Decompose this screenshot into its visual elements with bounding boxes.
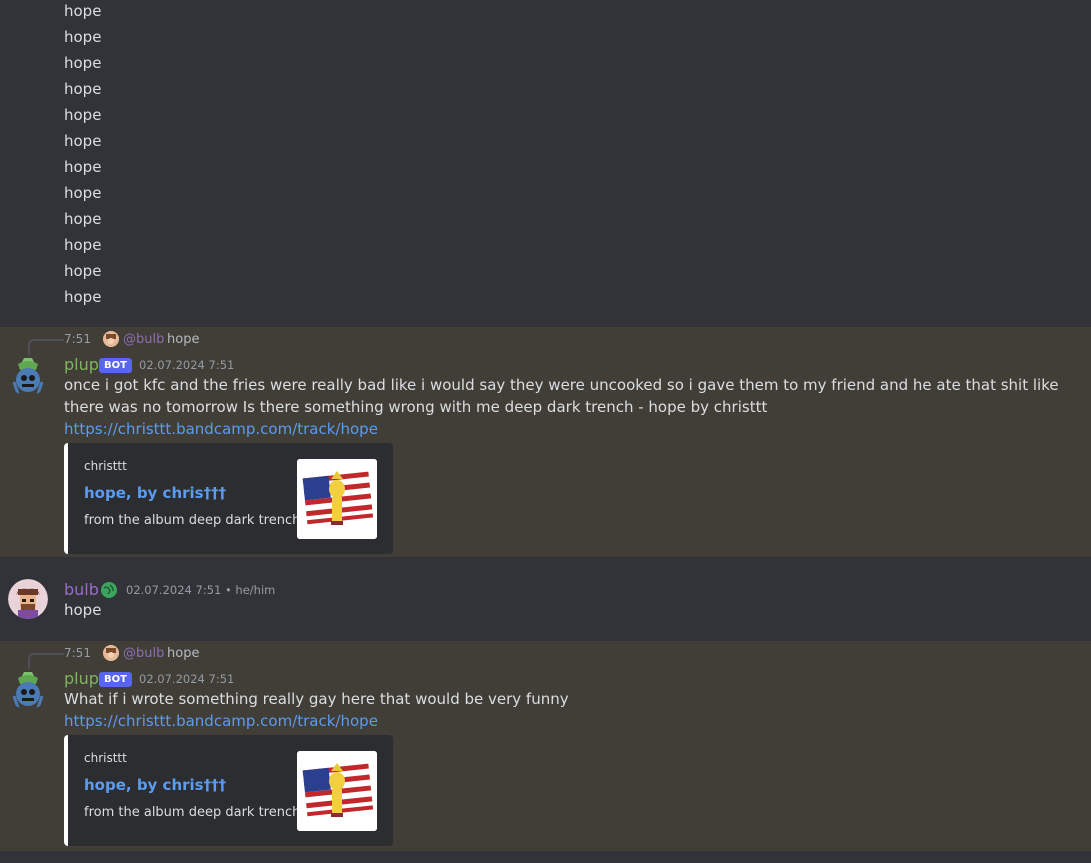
message-text: hope <box>64 262 102 280</box>
username[interactable]: plup <box>64 669 99 688</box>
link-embed: christtt hope, by chris††† from the albu… <box>64 735 393 846</box>
message-link[interactable]: https://christtt.bandcamp.com/track/hope <box>64 420 378 438</box>
message-text: hope <box>64 2 102 20</box>
message-text: hope <box>64 184 102 202</box>
message-text: hope <box>64 210 102 228</box>
embed-title[interactable]: hope, by chris††† <box>84 484 226 502</box>
embed-description: from the album deep dark trench <box>84 805 301 820</box>
reply-time: 7:51 <box>64 646 91 660</box>
message-text: hope <box>64 132 102 150</box>
username[interactable]: bulb <box>64 580 99 599</box>
reply-username[interactable]: @bulb <box>123 332 164 347</box>
avatar[interactable] <box>8 356 48 396</box>
embed-description: from the album deep dark trench <box>84 513 301 528</box>
timestamp[interactable]: 02.07.2024 7:51 <box>139 358 234 372</box>
message-plup-1[interactable]: 7:51 @bulb hope plup BOT 02.07.2024 7:51… <box>0 327 1091 557</box>
message-plup-2[interactable]: 7:51 @bulb hope plup BOT 02.07.2024 7:51… <box>0 641 1091 851</box>
message-text: hope <box>64 601 102 619</box>
message-text: hope <box>64 236 102 254</box>
avatar[interactable] <box>8 670 48 710</box>
message-bulb[interactable]: bulb 02.07.2024 7:51 • he/him hope <box>0 557 1091 641</box>
reply-username[interactable]: @bulb <box>123 646 164 661</box>
message-text: once i got kfc and the fries were really… <box>64 376 1059 416</box>
reply-text[interactable]: hope <box>167 332 199 347</box>
message-text: hope <box>64 54 102 72</box>
reply-connector <box>28 653 64 669</box>
embed-author[interactable]: christtt <box>84 751 127 765</box>
message-text: hope <box>64 288 102 306</box>
message-text: hope <box>64 28 102 46</box>
reply-avatar[interactable] <box>103 331 119 347</box>
reply-connector <box>28 339 64 355</box>
globe-icon[interactable] <box>101 582 117 598</box>
embed-author[interactable]: christtt <box>84 459 127 473</box>
message-text: hope <box>64 106 102 124</box>
bot-badge: BOT <box>99 672 132 687</box>
message-text: hope <box>64 80 102 98</box>
reply-time: 7:51 <box>64 332 91 346</box>
timestamp[interactable]: 02.07.2024 7:51 <box>139 672 234 686</box>
timestamp[interactable]: 02.07.2024 7:51 • he/him <box>126 583 275 597</box>
reply-text[interactable]: hope <box>167 646 199 661</box>
reply-avatar[interactable] <box>103 645 119 661</box>
message-link[interactable]: https://christtt.bandcamp.com/track/hope <box>64 712 378 730</box>
bot-badge: BOT <box>99 358 132 373</box>
username[interactable]: plup <box>64 355 99 374</box>
embed-title[interactable]: hope, by chris††† <box>84 776 226 794</box>
embed-thumbnail[interactable] <box>297 751 377 831</box>
avatar[interactable] <box>8 579 48 619</box>
embed-thumbnail[interactable] <box>297 459 377 539</box>
link-embed: christtt hope, by chris††† from the albu… <box>64 443 393 554</box>
message-text: hope <box>64 158 102 176</box>
message-text: What if i wrote something really gay her… <box>64 690 569 708</box>
